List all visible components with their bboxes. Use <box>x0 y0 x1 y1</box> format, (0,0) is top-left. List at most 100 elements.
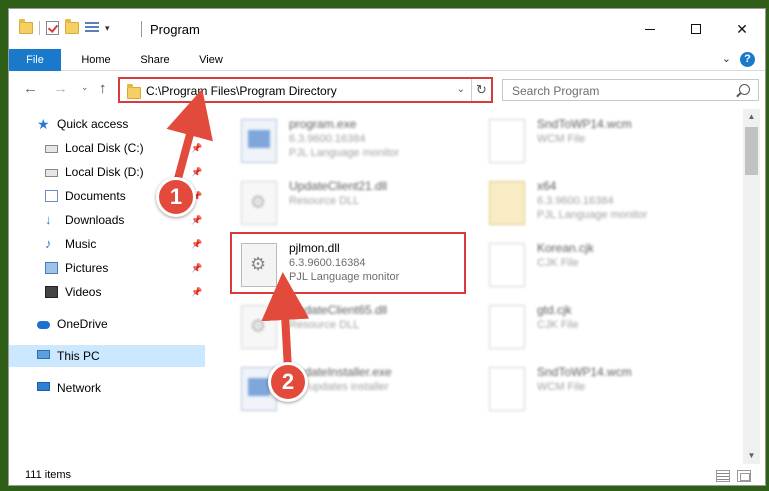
file-detail: CJK File <box>537 257 579 269</box>
minimize-button[interactable] <box>627 9 673 49</box>
file-name: UpdateClient65.dll <box>289 303 388 317</box>
window-title: Program <box>150 22 200 37</box>
address-bar[interactable]: C:\Program Files\Program Directory ⌄ ↻ <box>118 77 493 103</box>
cloud-icon <box>37 321 50 329</box>
pictures-icon <box>45 262 58 274</box>
music-note-icon: ♪ <box>45 236 52 251</box>
help-icon[interactable]: ? <box>740 52 755 67</box>
qat-dropdown-icon[interactable]: ▾ <box>105 23 110 34</box>
title-bar: ▾ Program ✕ <box>9 9 765 49</box>
back-arrow-icon[interactable]: ← <box>23 80 38 97</box>
minimize-icon <box>645 28 655 30</box>
file-detail: WCM File <box>537 133 586 145</box>
file-name: SndToWP14.wcm <box>537 117 632 131</box>
x64-icon <box>489 181 525 225</box>
sidebar-item-videos[interactable]: Videos 📌 <box>9 281 205 303</box>
search-box[interactable]: Search Program <box>502 79 759 101</box>
tab-home[interactable]: Home <box>71 49 121 71</box>
scroll-down-icon[interactable]: ▼ <box>743 448 760 464</box>
sidebar-item-pictures[interactable]: Pictures 📌 <box>9 257 205 279</box>
pin-icon[interactable]: 📌 <box>191 233 202 255</box>
file-name: program.exe <box>289 117 357 131</box>
navigation-bar: ← → ⌄ ↑ C:\Program Files\Program Directo… <box>9 72 765 106</box>
recent-locations-icon[interactable]: ⌄ <box>81 82 89 93</box>
close-icon: ✕ <box>736 20 748 37</box>
sidebar-item-label: Pictures <box>65 261 109 275</box>
large-icons-view-icon[interactable] <box>737 470 751 482</box>
star-icon: ★ <box>37 116 50 132</box>
sidebar-item-this-pc[interactable]: This PC <box>9 345 205 367</box>
file-name: UpdateClient21.dll <box>289 179 388 193</box>
pin-icon[interactable]: 📌 <box>191 161 202 183</box>
tab-view[interactable]: View <box>189 49 233 71</box>
network-icon <box>37 382 50 391</box>
maximize-button[interactable] <box>673 9 719 49</box>
address-path[interactable]: C:\Program Files\Program Directory <box>146 84 337 98</box>
sidebar-item-network[interactable]: Network <box>9 377 205 399</box>
sidebar-item-quick-access[interactable]: ★ Quick access <box>9 113 205 135</box>
file-detail: Resource DLL <box>289 319 360 331</box>
list-item[interactable]: x64 6.3.9600.16384 PJL Language monitor <box>489 177 719 237</box>
step-badge-1: 1 <box>156 177 196 217</box>
blank-file-icon <box>489 119 525 163</box>
file-name: Korean.cjk <box>537 241 594 255</box>
file-name: gtd.cjk <box>537 303 572 317</box>
expand-ribbon-icon[interactable]: ⌄ <box>722 52 731 65</box>
file-detail: 6.3.9600.16384 <box>537 195 614 207</box>
window-controls: ✕ <box>627 9 765 49</box>
address-dropdown-icon[interactable]: ⌄ <box>457 84 465 95</box>
quick-access-toolbar: ▾ <box>19 19 110 35</box>
vertical-scrollbar[interactable]: ▲ ▼ <box>743 109 760 464</box>
list-item[interactable]: UpdateClient21.dll Resource DLL <box>241 177 471 237</box>
properties-check-icon[interactable] <box>46 21 59 35</box>
list-item[interactable]: program.exe 6.3.9600.16384 PJL Language … <box>241 115 471 175</box>
sidebar-item-local-disk-c[interactable]: Local Disk (C:) 📌 <box>9 137 205 159</box>
tab-file[interactable]: File <box>9 49 61 71</box>
file-detail: PJL Language monitor <box>537 209 648 221</box>
forward-arrow-icon[interactable]: → <box>53 80 68 97</box>
up-arrow-icon[interactable]: ↑ <box>99 80 107 97</box>
blank-file-icon <box>489 367 525 411</box>
step-badge-2: 2 <box>268 362 308 402</box>
new-folder-icon[interactable] <box>65 19 79 34</box>
ribbon: File Home Share View ⌄ ? <box>9 49 765 71</box>
address-folder-icon <box>127 84 141 99</box>
documents-icon <box>45 190 58 202</box>
folder-icon[interactable] <box>19 19 33 34</box>
details-view-icon[interactable] <box>716 470 730 482</box>
refresh-icon[interactable]: ↻ <box>471 79 491 101</box>
dll-icon <box>241 305 277 349</box>
pin-icon[interactable]: 📌 <box>191 137 202 159</box>
list-properties-icon[interactable] <box>85 21 99 35</box>
sidebar-item-label: OneDrive <box>57 317 108 331</box>
sidebar-item-label: Quick access <box>57 117 129 131</box>
pin-icon[interactable]: 📌 <box>191 257 202 279</box>
computer-icon <box>37 350 50 359</box>
list-item[interactable]: gtd.cjk CJK File <box>489 301 719 361</box>
scroll-thumb[interactable] <box>745 127 758 175</box>
sidebar-item-onedrive[interactable]: OneDrive <box>9 313 205 335</box>
list-item[interactable]: UpdateClient65.dll Resource DLL <box>241 301 471 361</box>
maximize-icon <box>691 24 701 34</box>
file-detail: PJL Language monitor <box>289 147 400 159</box>
status-bar: 111 items <box>9 465 765 485</box>
list-item[interactable]: SndToWP14.wcm WCM File <box>489 115 719 175</box>
close-button[interactable]: ✕ <box>719 9 765 49</box>
pin-icon[interactable]: 📌 <box>191 281 202 303</box>
sidebar-item-label: Music <box>65 237 97 251</box>
download-arrow-icon: ↓ <box>45 212 52 227</box>
sidebar-item-label: Documents <box>65 189 126 203</box>
list-item[interactable]: SndToWP14.wcm WCM File <box>489 363 719 423</box>
sidebar-item-label: Downloads <box>65 213 125 227</box>
list-item[interactable]: Korean.cjk CJK File <box>489 239 719 299</box>
scroll-up-icon[interactable]: ▲ <box>743 109 760 125</box>
sidebar-item-music[interactable]: ♪ Music 📌 <box>9 233 205 255</box>
sidebar-item-label: Local Disk (D:) <box>65 165 144 179</box>
sidebar-item-label: Videos <box>65 285 102 299</box>
file-detail: CJK File <box>537 319 579 331</box>
pin-icon[interactable]: 📌 <box>191 209 202 231</box>
tab-share[interactable]: Share <box>131 49 179 71</box>
title-separator <box>141 21 142 37</box>
exe-icon <box>241 119 277 163</box>
search-input[interactable]: Search Program <box>512 84 599 98</box>
